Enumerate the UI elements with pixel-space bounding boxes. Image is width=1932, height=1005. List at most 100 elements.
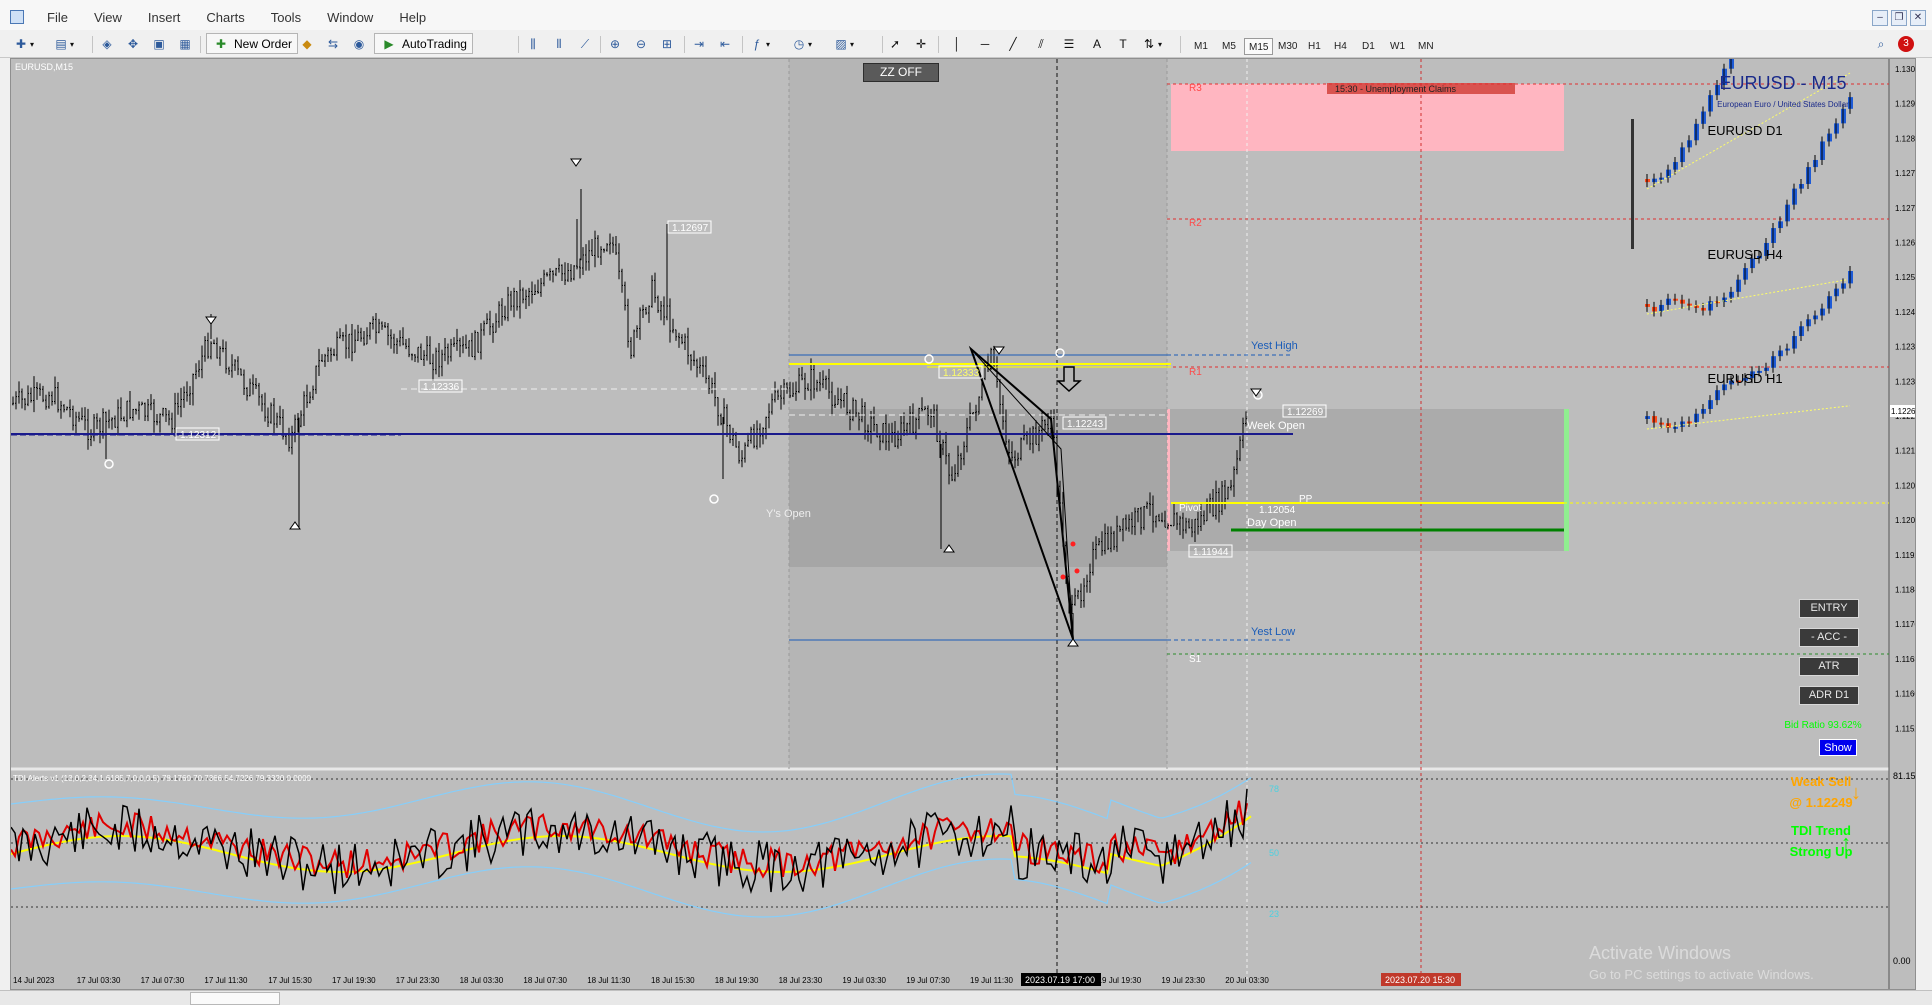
menu-charts[interactable]: Charts xyxy=(193,10,257,25)
time-axis-label: 17 Jul 07:30 xyxy=(141,976,185,985)
arrows-button[interactable]: ⇅ ▾ xyxy=(1140,34,1162,54)
timeframe-h4-button[interactable]: H4 xyxy=(1330,38,1351,55)
signal-dot xyxy=(1060,574,1066,580)
periods-button[interactable]: ◷ ▾ xyxy=(790,34,812,54)
right-scrollbar[interactable] xyxy=(1916,58,1932,990)
arrow-down-icon: ↓ xyxy=(1851,782,1861,804)
time-axis-label: 19 Jul 03:30 xyxy=(842,976,886,985)
price-axis-label: 1.12555 xyxy=(1895,273,1916,282)
timeframe-mn-button[interactable]: MN xyxy=(1414,38,1438,55)
mini-title-d1: EURUSD D1 xyxy=(1707,123,1782,138)
crosshair-button[interactable]: ✛ xyxy=(912,34,930,54)
bar-chart-button[interactable]: ⫼ xyxy=(524,34,542,54)
terminal-button[interactable]: ▦ xyxy=(176,34,194,54)
templates-icon: ▨ xyxy=(835,37,847,51)
new-chart-button[interactable]: ✚ ▾ xyxy=(12,34,34,54)
time-axis-label: 19 Jul 19:30 xyxy=(1098,976,1142,985)
horizontal-line-icon: ─ xyxy=(980,37,990,51)
candlestick-button[interactable]: ⫴ xyxy=(550,34,568,54)
menu-help[interactable]: Help xyxy=(386,10,439,25)
clock-icon: ◷ xyxy=(793,37,805,51)
indicator-label: TDI Alerts v1 (13,0,2,34,1.6185,7,0,0,0.… xyxy=(13,774,312,783)
tdi-level-23: 23 xyxy=(1269,909,1279,919)
zoom-in-button[interactable]: ⊕ xyxy=(606,34,624,54)
yest-high-label: Yest High xyxy=(1251,340,1298,352)
autotrading-button[interactable]: ▶ AutoTrading xyxy=(374,33,473,54)
chart-title: EURUSD - M15 xyxy=(1719,73,1846,93)
restore-icon[interactable]: ❐ xyxy=(1891,10,1907,26)
tdi-axis-bottom: 0.00 xyxy=(1893,956,1911,966)
show-button[interactable]: Show xyxy=(1819,739,1857,756)
search-button[interactable]: ⌕ xyxy=(1872,34,1890,54)
fibonacci-button[interactable]: ☰ xyxy=(1060,34,1078,54)
chart-shift-button[interactable]: ⇤ xyxy=(716,34,734,54)
notifications-button[interactable]: 3 xyxy=(1898,34,1914,54)
chart-canvas[interactable]: 1.13020 1.12945 1.12865 1.12785 1.12710 1.126… xyxy=(11,59,1916,990)
menu-items: File View Insert Charts Tools Window Hel… xyxy=(34,10,439,25)
new-order-button[interactable]: ✚ New Order xyxy=(206,33,299,54)
price-label-left: 1.12336 xyxy=(418,379,463,393)
trendline-button[interactable]: ╱ xyxy=(1004,34,1022,54)
line-chart-button[interactable]: ⟋ xyxy=(576,34,594,54)
adr-d1-button[interactable]: ADR D1 xyxy=(1799,686,1859,705)
menu-window[interactable]: Window xyxy=(314,10,386,25)
svg-text:1.12336: 1.12336 xyxy=(423,382,460,393)
price-axis-label: 1.12395 xyxy=(1895,343,1916,352)
expert-button[interactable]: ◆ xyxy=(298,34,316,54)
menu-tools[interactable]: Tools xyxy=(258,10,314,25)
time-axis-label: 19 Jul 23:30 xyxy=(1161,976,1205,985)
pp-label: PP xyxy=(1299,494,1313,505)
chart-tab-eurusd[interactable] xyxy=(190,992,280,1005)
minimize-icon[interactable]: – xyxy=(1872,10,1888,26)
time-axis-label: 18 Jul 07:30 xyxy=(523,976,567,985)
price-axis-label: 1.12475 xyxy=(1895,308,1916,317)
vertical-line-button[interactable]: │ xyxy=(948,34,966,54)
channel-button[interactable]: ⫽ xyxy=(1032,34,1050,54)
crosshair-icon: ✛ xyxy=(915,37,927,51)
close-icon[interactable]: ✕ xyxy=(1910,10,1926,26)
price-axis-label: 1.12000 xyxy=(1895,516,1916,525)
cursor-button[interactable]: ➚ xyxy=(886,34,904,54)
timeframe-m5-button[interactable]: M5 xyxy=(1218,38,1240,55)
timeframe-d1-button[interactable]: D1 xyxy=(1358,38,1379,55)
tile-windows-button[interactable]: ⊞ xyxy=(658,34,676,54)
timeframe-h1-button[interactable]: H1 xyxy=(1304,38,1325,55)
signals-button[interactable]: ⇆ xyxy=(324,34,342,54)
price-axis-label: 1.11925 xyxy=(1895,551,1916,560)
profiles-button[interactable]: ▤ ▾ xyxy=(52,34,74,54)
market-watch-button[interactable]: ◈ xyxy=(98,34,116,54)
mini-d1-scale xyxy=(1631,119,1634,249)
price-label-yellow: 1.12333 xyxy=(938,365,983,379)
autoscroll-button[interactable]: ⇥ xyxy=(690,34,708,54)
time-axis-label: 20 Jul 03:30 xyxy=(1225,976,1269,985)
label-button[interactable]: T xyxy=(1114,34,1132,54)
svg-text:1.12312: 1.12312 xyxy=(180,430,217,441)
event-time-label: 2023.07.20 15:30 xyxy=(1385,975,1455,985)
atr-button[interactable]: ATR xyxy=(1799,657,1859,676)
menu-file[interactable]: File xyxy=(34,10,81,25)
timeframe-m30-button[interactable]: M30 xyxy=(1274,38,1301,55)
indicators-button[interactable]: ƒ ▾ xyxy=(748,34,770,54)
zoom-out-button[interactable]: ⊖ xyxy=(632,34,650,54)
price-axis-label: 1.11685 xyxy=(1895,655,1916,664)
market-button[interactable]: ◉ xyxy=(350,34,368,54)
timeframe-m1-button[interactable]: M1 xyxy=(1190,38,1212,55)
menu-insert[interactable]: Insert xyxy=(135,10,194,25)
acc-button[interactable]: - ACC - xyxy=(1799,628,1859,647)
text-button[interactable]: A xyxy=(1088,34,1106,54)
zz-toggle-button[interactable]: ZZ OFF xyxy=(863,63,939,82)
data-window-button[interactable]: ✥ xyxy=(124,34,142,54)
price-axis-label: 1.12865 xyxy=(1895,134,1916,143)
new-chart-icon: ✚ xyxy=(15,37,27,51)
menu-view[interactable]: View xyxy=(81,10,135,25)
trendline-icon: ╱ xyxy=(1009,37,1017,51)
expert-icon: ◆ xyxy=(302,37,312,51)
timeframe-m15-button[interactable]: M15 xyxy=(1244,38,1274,55)
timeframe-w1-button[interactable]: W1 xyxy=(1386,38,1409,55)
navigator-icon: ▣ xyxy=(153,37,165,51)
templates-button[interactable]: ▨ ▾ xyxy=(832,34,854,54)
chart-window[interactable]: 1.13020 1.12945 1.12865 1.12785 1.12710 1.126… xyxy=(10,58,1916,990)
horizontal-line-button[interactable]: ─ xyxy=(976,34,994,54)
navigator-button[interactable]: ▣ xyxy=(150,34,168,54)
entry-button[interactable]: ENTRY xyxy=(1799,599,1859,618)
